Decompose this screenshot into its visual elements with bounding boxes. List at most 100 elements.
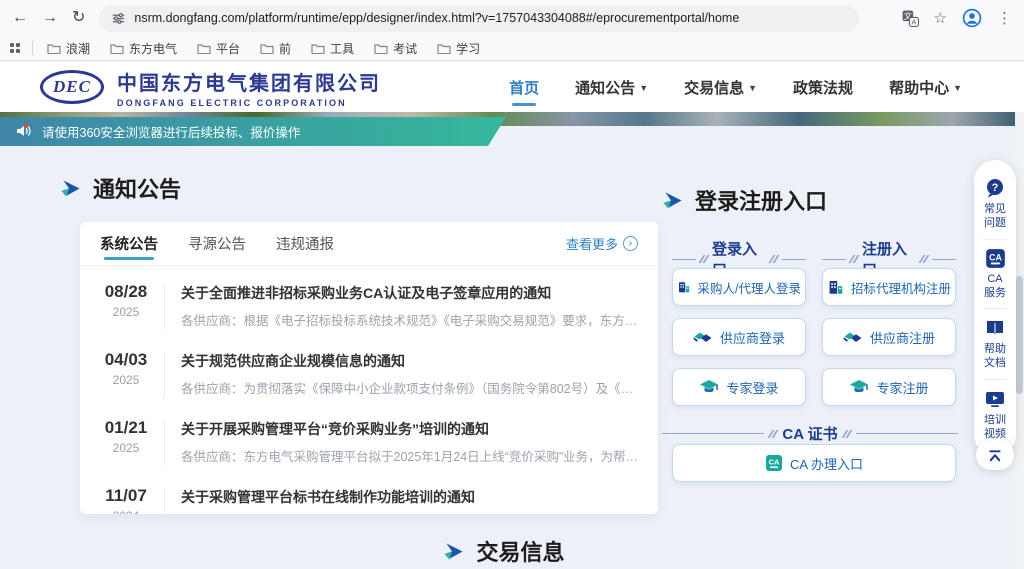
scrollbar-thumb[interactable] bbox=[1016, 276, 1023, 394]
browser-menu-icon[interactable]: ⋮ bbox=[997, 9, 1012, 27]
training-videos-shortcut[interactable]: 培训视频 bbox=[984, 383, 1006, 447]
bookmark-folder[interactable]: 浪潮 bbox=[47, 40, 90, 57]
notice-tabs: 系统公告 寻源公告 违规通报 查看更多 › bbox=[80, 222, 658, 266]
divider bbox=[983, 239, 1007, 240]
bookmark-label: 东方电气 bbox=[129, 40, 177, 57]
help-docs-shortcut[interactable]: 帮助文档 bbox=[984, 312, 1006, 376]
scrollbar[interactable] bbox=[1015, 61, 1024, 569]
svg-text:CA: CA bbox=[769, 458, 780, 467]
bookmark-folder[interactable]: 前 bbox=[260, 40, 291, 57]
ca-apply-button[interactable]: CA CA 办理入口 bbox=[672, 444, 956, 482]
nav-help-center[interactable]: 帮助中心▼ bbox=[889, 71, 962, 104]
site-header: DEC 中国东方电气集团有限公司 DONGFANG ELECTRIC CORPO… bbox=[0, 62, 1024, 112]
notice-desc: 各供应商：根据《电子招标投标系统技术规范》《电子采购交易规范》要求，东方电气采购… bbox=[181, 310, 638, 329]
help-doc-icon bbox=[984, 317, 1006, 339]
collapse-menu-button[interactable] bbox=[976, 440, 1014, 470]
main-nav: 首页 通知公告▼ 交易信息▼ 政策法规 帮助中心▼ bbox=[509, 71, 986, 104]
nav-home[interactable]: 首页 bbox=[509, 71, 539, 104]
question-bubble-icon: ? bbox=[984, 177, 1006, 199]
profile-avatar-icon[interactable] bbox=[962, 8, 982, 28]
notice-item[interactable]: 11/07 2024 关于采购管理平台标书在线制作功能培训的通知 各供应商：东方… bbox=[100, 475, 638, 514]
divider bbox=[164, 352, 165, 397]
fm-label: 常见问题 bbox=[984, 202, 1006, 231]
notice-desc: 各供应商：东方电气采购管理平台拟于2025年1月24日上线“竞价采购”业务，为帮… bbox=[181, 446, 638, 465]
notice-list: 08/28 2025 关于全面推进非招标采购业务CA认证及电子签章应用的通知 各… bbox=[80, 266, 658, 514]
slash-decoration bbox=[701, 255, 707, 263]
graduation-cap-icon bbox=[849, 377, 869, 397]
site-info-icon[interactable] bbox=[112, 12, 125, 25]
translate-icon[interactable]: 文 A bbox=[902, 10, 919, 27]
section-arrow-icon bbox=[443, 542, 464, 561]
folder-icon bbox=[260, 43, 274, 54]
bookmark-folder[interactable]: 学习 bbox=[437, 40, 480, 57]
view-more-link[interactable]: 查看更多 › bbox=[566, 234, 638, 253]
notice-title-link[interactable]: 关于规范供应商企业规模信息的通知 bbox=[181, 351, 638, 371]
login-section-title: 登录注册入口 bbox=[662, 184, 827, 216]
company-name-en: DONGFANG ELECTRIC CORPORATION bbox=[117, 98, 381, 108]
building-icon bbox=[827, 278, 844, 296]
divider bbox=[822, 259, 846, 260]
slash-decoration bbox=[851, 255, 857, 263]
screen: ← → ↻ nsrm.dongfang.com/platform/runtime… bbox=[0, 0, 1024, 569]
expert-register-button[interactable]: 专家注册 bbox=[822, 368, 956, 406]
notice-item[interactable]: 04/03 2025 关于规范供应商企业规模信息的通知 各供应商：为贯彻落实《保… bbox=[100, 339, 638, 407]
tab-sourcing-notices[interactable]: 寻源公告 bbox=[188, 222, 246, 265]
notice-title-link[interactable]: 关于全面推进非招标采购业务CA认证及电子签章应用的通知 bbox=[181, 283, 638, 303]
supplier-login-button[interactable]: 供应商登录 bbox=[672, 318, 806, 356]
divider bbox=[782, 259, 806, 260]
bidding-agency-register-button[interactable]: 招标代理机构注册 bbox=[822, 268, 956, 306]
bookmark-folder[interactable]: 工具 bbox=[311, 40, 354, 57]
folder-icon bbox=[47, 43, 61, 54]
slash-decoration bbox=[921, 255, 927, 263]
divider bbox=[856, 433, 958, 434]
tab-violation-reports[interactable]: 违规通报 bbox=[276, 222, 334, 265]
folder-icon bbox=[197, 43, 211, 54]
nav-notices[interactable]: 通知公告▼ bbox=[575, 71, 648, 104]
notice-item[interactable]: 01/21 2025 关于开展采购管理平台“竞价采购业务”培训的通知 各供应商：… bbox=[100, 407, 638, 475]
faq-shortcut[interactable]: ? 常见问题 bbox=[984, 172, 1006, 236]
apps-grid-icon[interactable] bbox=[10, 43, 20, 53]
reload-icon[interactable]: ↻ bbox=[72, 10, 85, 26]
supplier-register-button[interactable]: 供应商注册 bbox=[822, 318, 956, 356]
graduation-cap-icon bbox=[699, 377, 719, 397]
nav-policies[interactable]: 政策法规 bbox=[793, 71, 853, 104]
dec-logo[interactable]: DEC bbox=[40, 70, 104, 104]
section-arrow-icon bbox=[60, 179, 81, 198]
expert-login-button[interactable]: 专家登录 bbox=[672, 368, 806, 406]
url-bar[interactable]: nsrm.dongfang.com/platform/runtime/epp/d… bbox=[99, 5, 859, 32]
nav-trade-info[interactable]: 交易信息▼ bbox=[684, 71, 757, 104]
divider bbox=[983, 379, 1007, 380]
buyer-agent-login-button[interactable]: 采购人/代理人登录 bbox=[672, 268, 806, 306]
chevron-down-icon: ▼ bbox=[639, 83, 648, 93]
back-icon[interactable]: ← bbox=[12, 10, 28, 26]
fm-label: CA服务 bbox=[984, 272, 1006, 301]
announcement-ribbon[interactable]: 请使用360安全浏览器进行后续投标、报价操作 bbox=[0, 117, 506, 146]
notice-title-link[interactable]: 关于开展采购管理平台“竞价采购业务”培训的通知 bbox=[181, 419, 638, 439]
bookmark-label: 前 bbox=[279, 40, 291, 57]
notice-title-link[interactable]: 关于采购管理平台标书在线制作功能培训的通知 bbox=[181, 487, 638, 507]
tab-system-notices[interactable]: 系统公告 bbox=[100, 222, 158, 265]
url-text: nsrm.dongfang.com/platform/runtime/epp/d… bbox=[134, 11, 739, 25]
bookmark-folder[interactable]: 考试 bbox=[374, 40, 417, 57]
fm-label: 帮助文档 bbox=[984, 342, 1006, 371]
bookmark-folder[interactable]: 东方电气 bbox=[110, 40, 177, 57]
notice-date: 08/28 2025 bbox=[100, 282, 152, 319]
notice-date: 01/21 2025 bbox=[100, 418, 152, 455]
notice-date-day: 08/28 bbox=[100, 282, 152, 302]
folder-icon bbox=[374, 43, 388, 54]
slash-decoration bbox=[770, 430, 776, 438]
notice-date-year: 2024 bbox=[100, 509, 152, 514]
bookmark-folder[interactable]: 平台 bbox=[197, 40, 240, 57]
divider bbox=[164, 420, 165, 465]
bookmark-label: 学习 bbox=[456, 40, 480, 57]
forward-icon[interactable]: → bbox=[42, 10, 58, 26]
bookmark-label: 浪潮 bbox=[66, 40, 90, 57]
bookmark-star-icon[interactable]: ☆ bbox=[934, 9, 947, 27]
notice-item[interactable]: 08/28 2025 关于全面推进非招标采购业务CA认证及电子签章应用的通知 各… bbox=[100, 271, 638, 339]
slash-decoration bbox=[771, 255, 777, 263]
company-name: 中国东方电气集团有限公司 DONGFANG ELECTRIC CORPORATI… bbox=[117, 67, 381, 108]
notice-card: 系统公告 寻源公告 违规通报 查看更多 › 08/28 2025 关于全面推进非… bbox=[80, 222, 658, 514]
ca-service-shortcut[interactable]: CA CA服务 bbox=[984, 243, 1006, 306]
svg-text:A: A bbox=[911, 17, 916, 26]
notice-date-day: 11/07 bbox=[100, 486, 152, 506]
